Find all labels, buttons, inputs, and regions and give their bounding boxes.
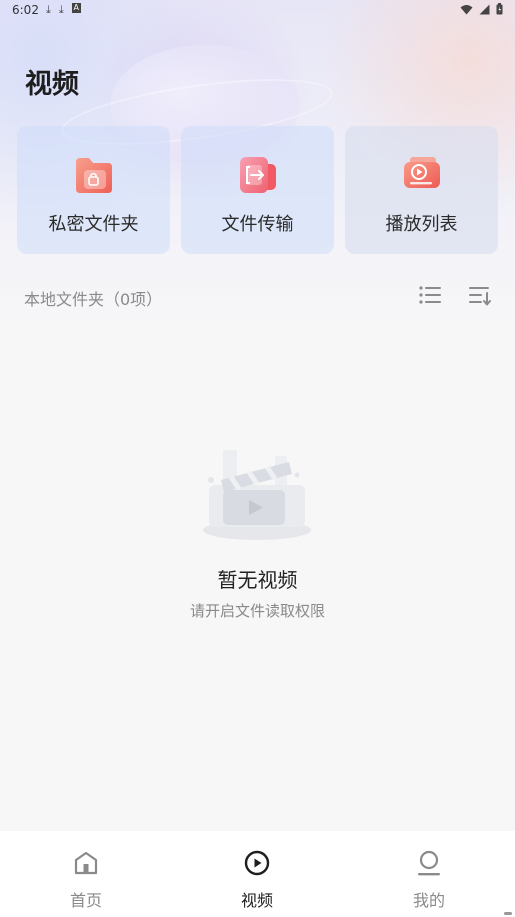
local-folders-title: 本地文件夹（0项） [24,290,163,309]
battery-icon [496,3,503,15]
empty-video-illustration [203,450,311,540]
home-icon [74,851,98,875]
card-label: 播放列表 [385,214,458,235]
playlist-card[interactable]: 播放列表 [345,126,498,254]
play-circle-icon [244,850,270,876]
file-transfer-card[interactable]: 文件传输 [181,126,334,254]
nav-label: 视频 [240,891,273,910]
quick-actions: 私密文件夹 文件传输 播放列表 [17,126,498,254]
download-icon: ⤓ [46,3,51,16]
private-folder-icon [76,158,112,193]
private-folder-card[interactable]: 私密文件夹 [17,126,170,254]
list-view-icon[interactable] [418,284,442,306]
status-notifications: ⤓ ⤓ A [46,3,81,17]
nav-item-profile[interactable]: 我的 [369,831,489,917]
text-a-icon: A [71,3,81,13]
page-title: 视频 [25,69,79,100]
card-label: 私密文件夹 [48,214,139,235]
sort-icon[interactable] [468,284,492,306]
empty-state-subtitle[interactable]: 请开启文件读取权限 [0,600,515,621]
status-time: 6:02 [12,3,39,17]
empty-state-title: 暂无视频 [217,568,298,592]
status-system-icons [460,3,503,15]
nav-label: 首页 [69,891,102,910]
wifi-icon [460,4,473,14]
signal-icon [479,4,490,14]
status-bar: 6:02 ⤓ ⤓ A [0,0,515,22]
nav-item-video[interactable]: 视频 [197,831,317,917]
nav-item-home[interactable]: 首页 [26,831,146,917]
bottom-navigation: 首页 视频 我的 [0,831,515,917]
profile-icon [418,850,440,876]
card-label: 文件传输 [221,214,294,235]
home-indicator [504,912,512,915]
download-icon: ⤓ [58,3,64,16]
playlist-icon [404,157,440,188]
nav-label: 我的 [412,891,445,910]
file-transfer-icon [240,157,276,193]
